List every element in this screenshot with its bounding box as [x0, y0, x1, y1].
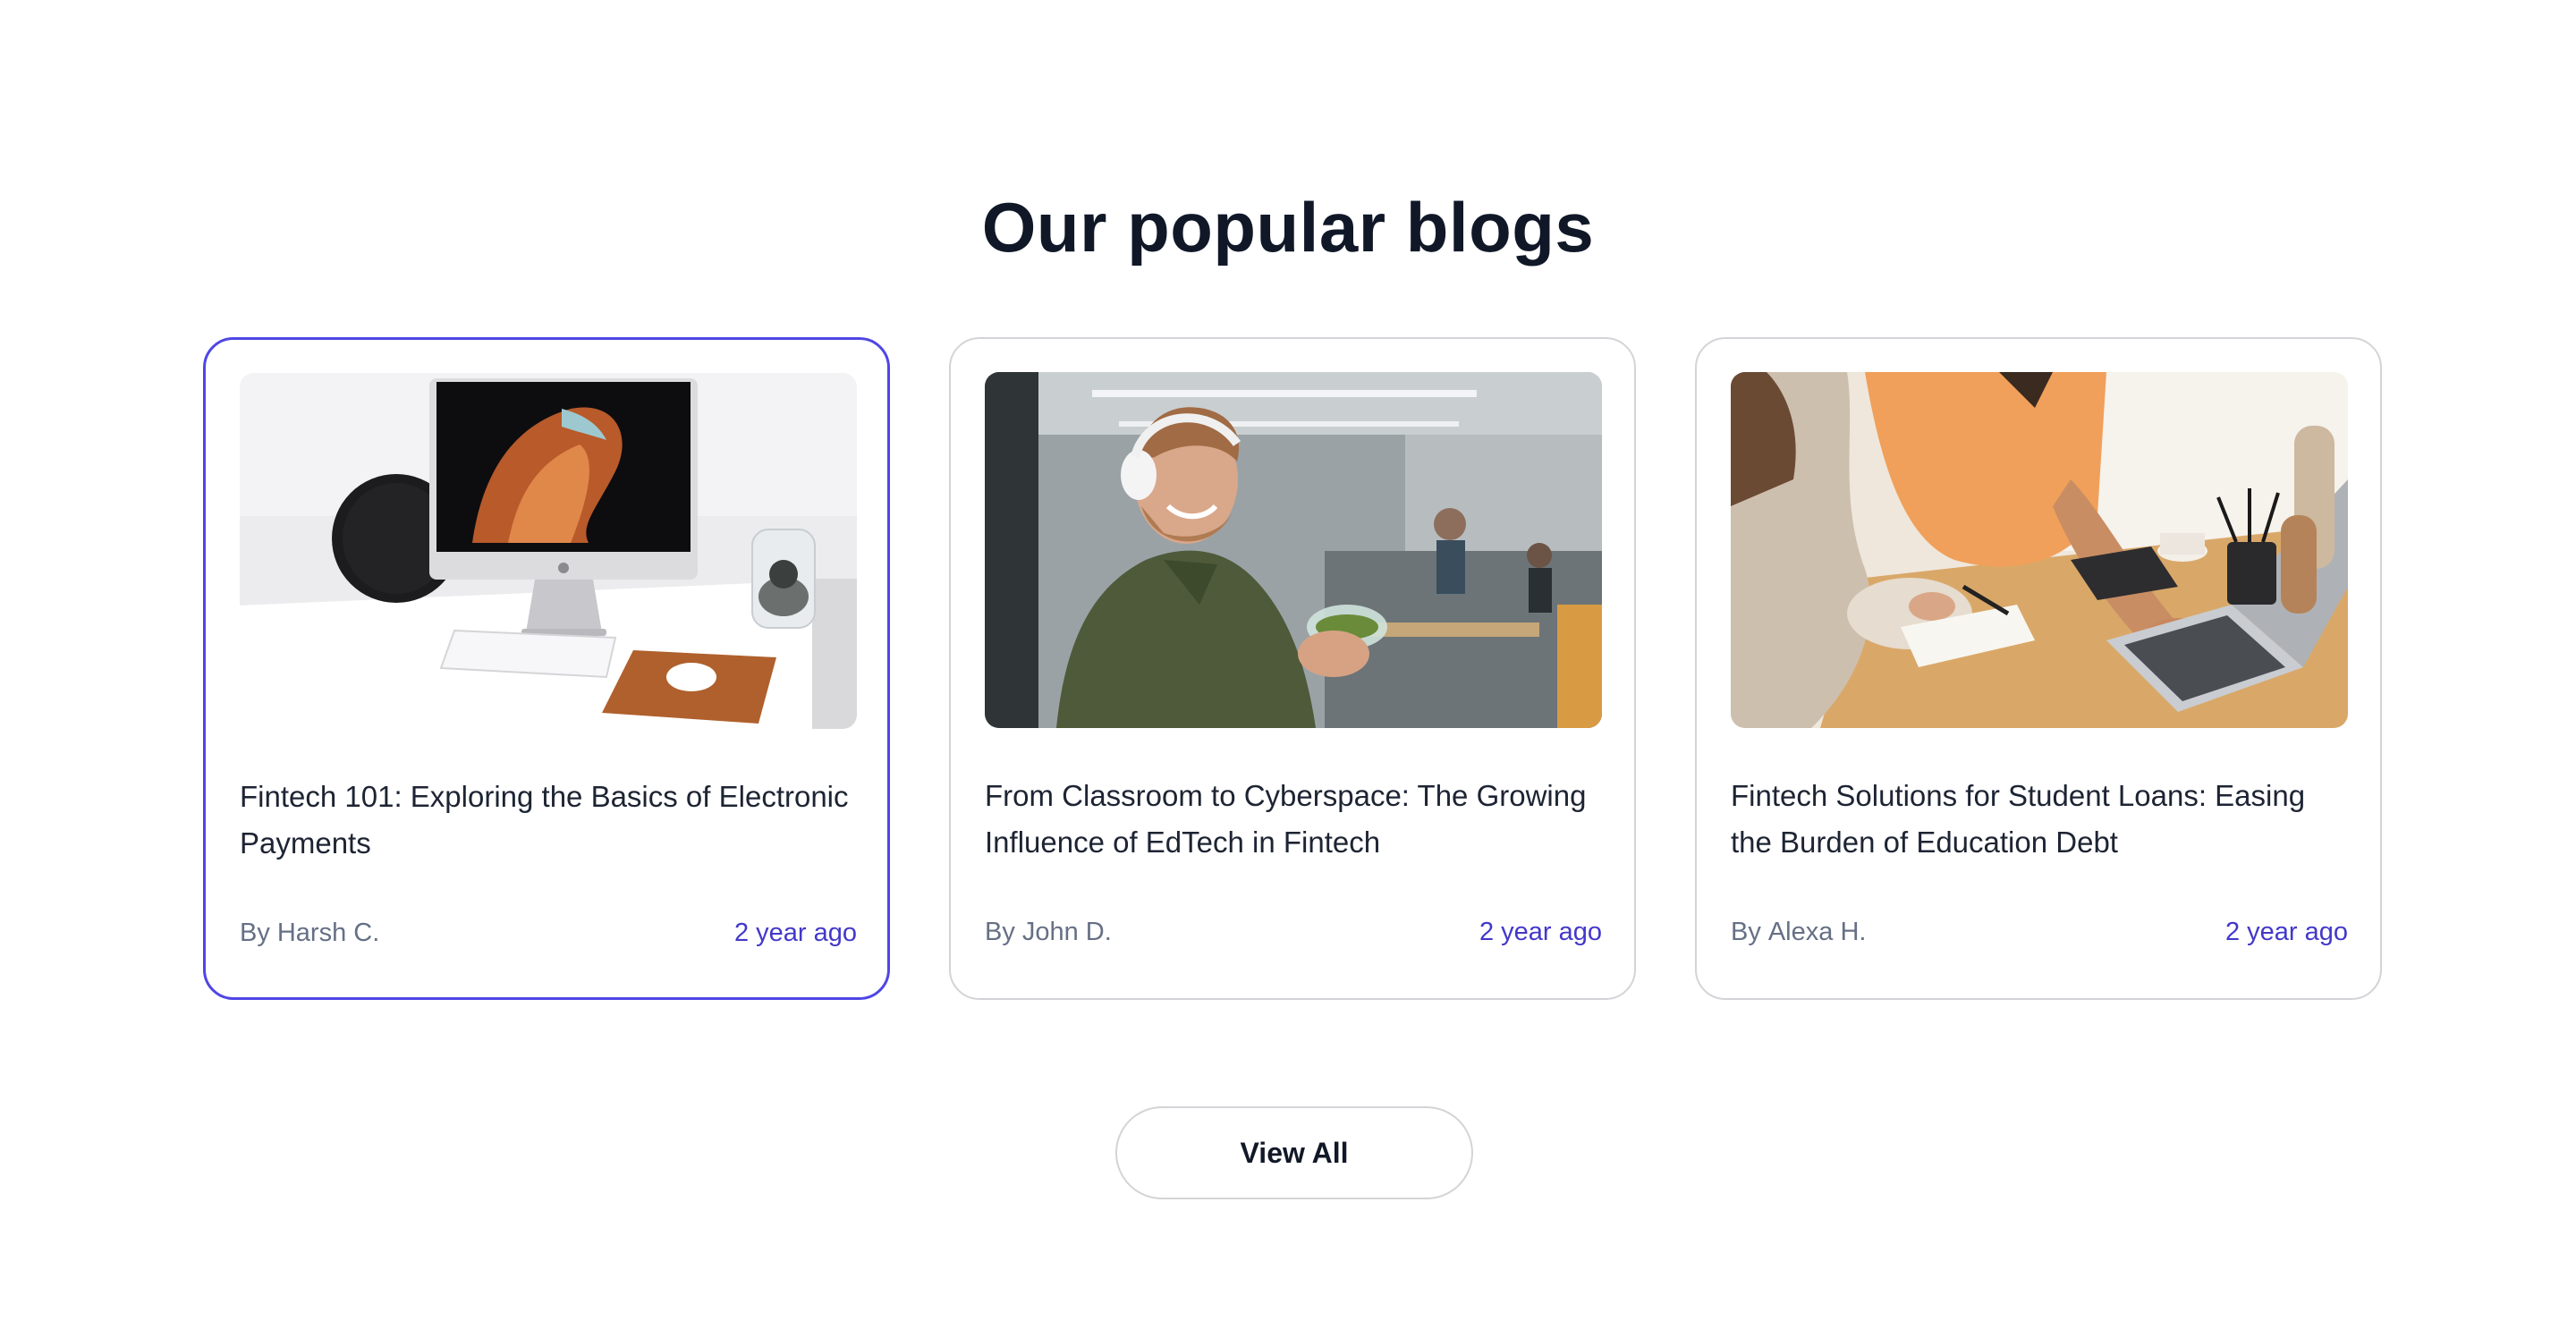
blog-date: 2 year ago	[2224, 917, 2348, 946]
blogs-section: Our popular blogs Fintech 101: Exploring…	[0, 0, 2576, 1338]
by-label: By	[985, 917, 1015, 946]
blog-image-office-man[interactable]	[985, 372, 1602, 728]
blog-card-3[interactable]: Fintech Solutions for Student Loans: Eas…	[1695, 337, 2382, 1000]
students-laptop-photo	[1731, 372, 2348, 728]
blog-date: 2 year ago	[1479, 917, 1602, 946]
author-name: Harsh C.	[276, 918, 380, 947]
by-label: By	[240, 918, 270, 947]
blog-title[interactable]: From Classroom to Cyberspace: The Growin…	[985, 773, 1602, 866]
author-name: Alexa H.	[1767, 917, 1867, 946]
by-label: By	[1731, 917, 1761, 946]
blog-author: By Harsh C.	[240, 919, 379, 948]
blog-meta: By Alexa H. 2 year ago	[1731, 910, 2348, 954]
blog-meta: By Harsh C. 2 year ago	[240, 910, 857, 955]
blog-date: 2 year ago	[733, 918, 857, 947]
blog-author: By Alexa H.	[1731, 918, 1866, 947]
section-title: Our popular blogs	[981, 188, 1595, 267]
blog-card-2[interactable]: From Classroom to Cyberspace: The Growin…	[949, 337, 1636, 1000]
view-all-button[interactable]: View All	[1115, 1106, 1473, 1199]
blog-title[interactable]: Fintech 101: Exploring the Basics of Ele…	[240, 774, 857, 867]
office-man-headphones-photo	[985, 372, 1602, 728]
blog-image-students-laptop[interactable]	[1731, 372, 2348, 728]
author-name: John D.	[1021, 917, 1112, 946]
desk-computer-photo	[240, 373, 857, 729]
blog-image-desk-computer[interactable]	[240, 373, 857, 729]
blog-author: By John D.	[985, 918, 1112, 947]
blog-card-1[interactable]: Fintech 101: Exploring the Basics of Ele…	[203, 337, 890, 1000]
blog-title[interactable]: Fintech Solutions for Student Loans: Eas…	[1731, 773, 2348, 866]
blog-meta: By John D. 2 year ago	[985, 910, 1602, 954]
